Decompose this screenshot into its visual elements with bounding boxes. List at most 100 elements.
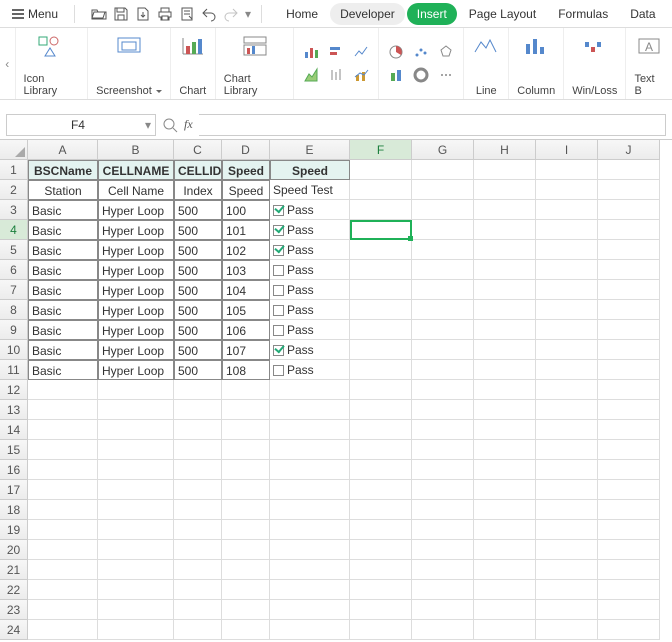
cell[interactable] — [598, 600, 660, 620]
cell[interactable] — [474, 400, 536, 420]
cell[interactable] — [598, 440, 660, 460]
cell[interactable] — [350, 460, 412, 480]
cell[interactable] — [536, 560, 598, 580]
cell[interactable] — [174, 440, 222, 460]
cell[interactable] — [28, 400, 98, 420]
checkbox-icon[interactable] — [273, 205, 284, 216]
combo-chart-icon[interactable] — [350, 65, 372, 85]
cell[interactable] — [536, 580, 598, 600]
cell[interactable] — [174, 460, 222, 480]
radar-chart-icon[interactable] — [435, 42, 457, 62]
cell[interactable] — [270, 380, 350, 400]
cell[interactable] — [174, 520, 222, 540]
cell[interactable] — [598, 480, 660, 500]
cell[interactable] — [28, 480, 98, 500]
cell[interactable]: Basic — [28, 220, 98, 240]
cell[interactable] — [350, 160, 412, 180]
cell[interactable]: 500 — [174, 220, 222, 240]
cell[interactable] — [536, 240, 598, 260]
cell[interactable] — [412, 200, 474, 220]
cell[interactable] — [98, 460, 174, 480]
cell[interactable] — [350, 420, 412, 440]
cell[interactable] — [350, 220, 412, 240]
cell[interactable]: 500 — [174, 360, 222, 380]
cell[interactable] — [350, 320, 412, 340]
cell[interactable]: 500 — [174, 340, 222, 360]
cell[interactable] — [536, 460, 598, 480]
cell[interactable] — [270, 440, 350, 460]
cell[interactable] — [474, 500, 536, 520]
cell[interactable] — [412, 600, 474, 620]
cell[interactable]: Pass — [270, 260, 350, 280]
cell[interactable] — [222, 600, 270, 620]
cell[interactable]: Basic — [28, 200, 98, 220]
cell[interactable] — [350, 360, 412, 380]
cell[interactable] — [474, 380, 536, 400]
col-header-I[interactable]: I — [536, 140, 598, 160]
scatter-chart-icon[interactable] — [410, 42, 432, 62]
cell[interactable] — [474, 320, 536, 340]
cell[interactable]: 105 — [222, 300, 270, 320]
cell[interactable] — [412, 460, 474, 480]
cell[interactable] — [474, 420, 536, 440]
icon-library-button[interactable]: Icon Library — [16, 28, 89, 99]
chart-button[interactable]: Chart — [171, 28, 216, 99]
cell[interactable] — [270, 500, 350, 520]
cell[interactable] — [28, 560, 98, 580]
cell[interactable] — [350, 400, 412, 420]
cell[interactable] — [270, 620, 350, 640]
cell[interactable] — [474, 620, 536, 640]
cell[interactable] — [412, 440, 474, 460]
cell[interactable] — [222, 620, 270, 640]
row-header-10[interactable]: 10 — [0, 340, 28, 360]
cell[interactable] — [412, 380, 474, 400]
cell[interactable] — [350, 240, 412, 260]
cell[interactable]: Hyper Loop — [98, 240, 174, 260]
checkbox-icon[interactable] — [273, 365, 284, 376]
cell[interactable] — [536, 540, 598, 560]
sparkline-column-button[interactable]: Column — [509, 28, 564, 99]
cell[interactable] — [350, 580, 412, 600]
cell[interactable] — [536, 420, 598, 440]
name-box[interactable]: F4 ▾ — [6, 114, 156, 136]
stock-chart-icon[interactable] — [325, 65, 347, 85]
cell[interactable] — [474, 200, 536, 220]
cell[interactable] — [474, 220, 536, 240]
row-header-15[interactable]: 15 — [0, 440, 28, 460]
cell[interactable] — [474, 580, 536, 600]
row-header-19[interactable]: 19 — [0, 520, 28, 540]
select-all-corner[interactable] — [0, 140, 28, 160]
cell[interactable] — [350, 280, 412, 300]
line-chart-icon[interactable] — [350, 42, 372, 62]
col-header-D[interactable]: D — [222, 140, 270, 160]
cell[interactable] — [270, 600, 350, 620]
checkbox-icon[interactable] — [273, 345, 284, 356]
cell[interactable]: 107 — [222, 340, 270, 360]
textbox-button[interactable]: A Text B — [626, 28, 672, 99]
cell[interactable] — [222, 520, 270, 540]
cell[interactable] — [412, 280, 474, 300]
cell[interactable]: 104 — [222, 280, 270, 300]
chart-library-button[interactable]: Chart Library — [216, 28, 295, 99]
cell[interactable] — [412, 300, 474, 320]
cell[interactable]: Basic — [28, 320, 98, 340]
cell[interactable]: Speed — [222, 160, 270, 180]
bar-chart-icon[interactable] — [300, 42, 322, 62]
cell[interactable] — [598, 200, 660, 220]
cell[interactable]: 100 — [222, 200, 270, 220]
cell[interactable] — [412, 580, 474, 600]
area-chart-icon[interactable] — [300, 65, 322, 85]
cell[interactable] — [536, 620, 598, 640]
cell[interactable]: Basic — [28, 260, 98, 280]
col-header-B[interactable]: B — [98, 140, 174, 160]
cell[interactable] — [270, 580, 350, 600]
cell[interactable]: CELLNAME — [98, 160, 174, 180]
cell[interactable] — [350, 200, 412, 220]
cell[interactable] — [350, 180, 412, 200]
cell[interactable]: 101 — [222, 220, 270, 240]
cell[interactable] — [598, 580, 660, 600]
cell[interactable]: Hyper Loop — [98, 200, 174, 220]
checkbox-icon[interactable] — [273, 305, 284, 316]
cell[interactable] — [474, 300, 536, 320]
cell[interactable] — [222, 580, 270, 600]
